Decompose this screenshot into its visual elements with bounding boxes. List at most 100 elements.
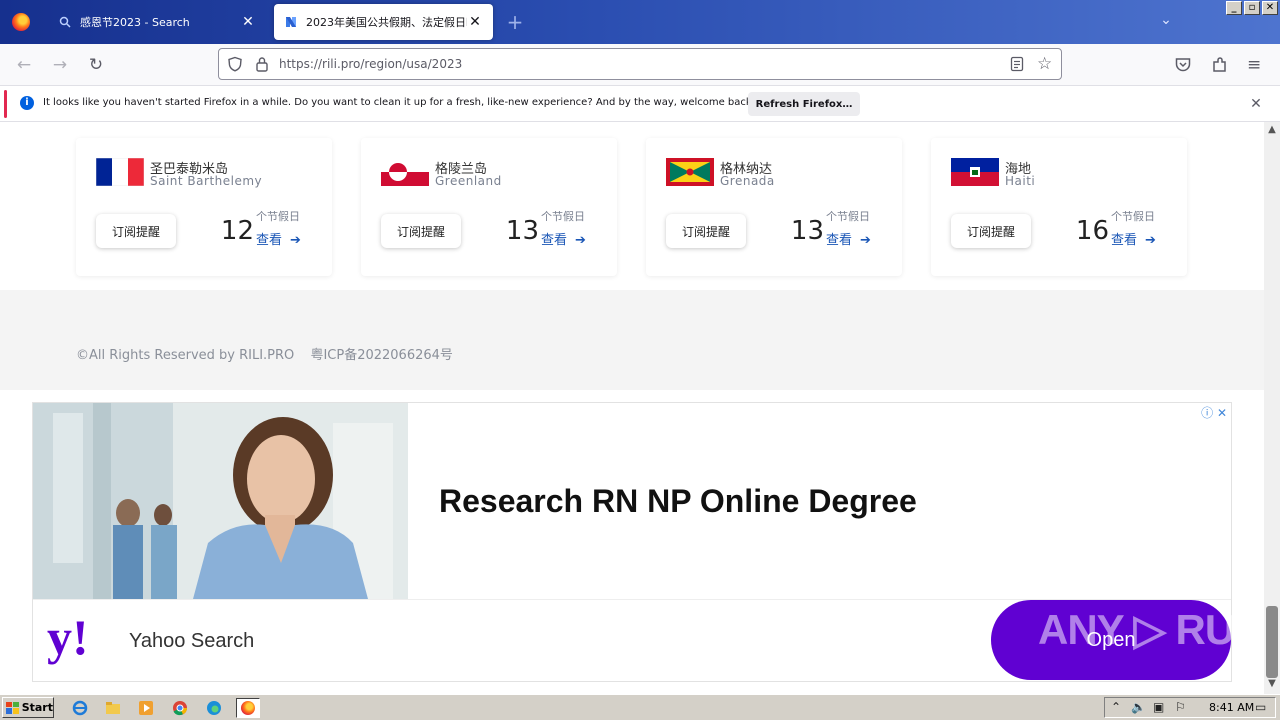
firefox-logo-icon <box>12 13 30 31</box>
advertiser-name[interactable]: Yahoo Search <box>129 630 254 653</box>
arrow-right-icon[interactable]: ➔ <box>860 233 871 248</box>
holiday-count: 13 <box>790 216 824 246</box>
firefox-logo-icon <box>241 701 255 715</box>
tray-expand-icon[interactable]: ⌃ <box>1111 700 1121 714</box>
view-link[interactable]: 查看 ➔ <box>541 229 586 248</box>
view-label[interactable]: 查看 <box>541 233 567 248</box>
scroll-up-icon[interactable]: ▲ <box>1264 124 1280 138</box>
ad-photo[interactable] <box>33 403 408 599</box>
subscribe-button[interactable]: 订阅提醒 <box>96 214 176 248</box>
country-name-en: Greenland <box>435 174 502 188</box>
grenada-flag-icon <box>666 158 714 186</box>
subscribe-button[interactable]: 订阅提醒 <box>951 214 1031 248</box>
internet-explorer-icon[interactable] <box>70 698 90 718</box>
copyright-text: ©All Rights Reserved by RILI.PRO <box>76 348 295 363</box>
show-desktop-icon[interactable]: ▭ <box>1255 700 1266 714</box>
notification-bar: i It looks like you haven't started Fire… <box>0 86 1280 122</box>
reload-icon[interactable]: ↻ <box>84 53 108 77</box>
holiday-count: 16 <box>1075 216 1109 246</box>
scroll-thumb[interactable] <box>1266 606 1278 678</box>
holiday-count: 12 <box>220 216 254 246</box>
flag-icon[interactable]: ⚐ <box>1175 700 1186 714</box>
subscribe-button[interactable]: 订阅提醒 <box>381 214 461 248</box>
forward-icon[interactable]: → <box>48 53 72 77</box>
windows-logo-icon <box>6 701 19 714</box>
info-icon: i <box>20 96 34 110</box>
view-link[interactable]: 查看 ➔ <box>256 229 301 248</box>
country-card: 圣巴泰勒米岛 Saint Barthelemy 订阅提醒 12 个节假日 查看 ➔ <box>76 138 332 276</box>
close-notification-icon[interactable]: ✕ <box>1248 96 1264 112</box>
close-tab-icon[interactable]: ✕ <box>240 14 256 30</box>
holiday-unit: 个节假日 <box>256 210 300 223</box>
refresh-firefox-button[interactable]: Refresh Firefox… <box>748 92 860 116</box>
reader-view-icon[interactable] <box>1010 56 1024 76</box>
tab-rili[interactable]: 2023年美国公共假期、法定假日时间表 ✕ <box>274 4 493 40</box>
edge-icon[interactable] <box>204 698 224 718</box>
arrow-right-icon[interactable]: ➔ <box>1145 233 1156 248</box>
file-explorer-icon[interactable] <box>103 698 123 718</box>
holiday-unit: 个节假日 <box>541 210 585 223</box>
country-name-en: Saint Barthelemy <box>150 174 263 188</box>
holiday-unit: 个节假日 <box>1111 210 1155 223</box>
list-tabs-icon[interactable]: ⌄ <box>1155 12 1177 32</box>
new-tab-button[interactable]: + <box>503 8 527 36</box>
ad-headline[interactable]: Research RN NP Online Degree <box>439 483 917 520</box>
system-tray: ⌃ 🔈 ▣ ⚐ 8:41 AM ▭ <box>1104 697 1276 718</box>
view-label[interactable]: 查看 <box>256 233 282 248</box>
url-bar[interactable]: https://rili.pro/region/usa/2023 ☆ <box>218 48 1062 80</box>
taskbar: Start ⌃ 🔈 ▣ ⚐ 8:41 AM ▭ <box>0 694 1280 720</box>
france-flag-icon <box>96 158 144 186</box>
volume-icon[interactable]: 🔈 <box>1131 700 1146 714</box>
view-link[interactable]: 查看 ➔ <box>1111 229 1156 248</box>
haiti-flag-icon <box>951 158 999 186</box>
scroll-down-icon[interactable]: ▼ <box>1264 678 1280 692</box>
subscribe-button[interactable]: 订阅提醒 <box>666 214 746 248</box>
close-tab-icon[interactable]: ✕ <box>467 14 483 30</box>
ad-choices-icon[interactable]: ⓘ ✕ <box>1201 404 1227 421</box>
chrome-icon[interactable] <box>170 698 190 718</box>
country-name-en: Haiti <box>1005 174 1036 188</box>
icp-link[interactable]: 粤ICP备2022066264号 <box>310 348 452 363</box>
firefox-menu-button[interactable] <box>0 0 42 44</box>
window-controls: _ ▫ ✕ <box>1226 1 1278 15</box>
country-name-en: Grenada <box>720 174 775 188</box>
view-label[interactable]: 查看 <box>1111 233 1137 248</box>
rili-logo-icon <box>284 15 298 29</box>
minimize-button[interactable]: _ <box>1226 1 1242 15</box>
search-icon <box>58 15 72 29</box>
tab-strip: 感恩节2023 - Search ✕ 2023年美国公共假期、法定假日时间表 ✕… <box>0 0 1280 44</box>
holiday-count: 13 <box>505 216 539 246</box>
anyrun-watermark: ANY ▷ RUN <box>1038 606 1265 653</box>
close-window-button[interactable]: ✕ <box>1262 1 1278 15</box>
yahoo-logo[interactable]: y! <box>47 612 89 662</box>
tab-title: 2023年美国公共假期、法定假日时间表 <box>306 16 467 29</box>
holiday-unit: 个节假日 <box>826 210 870 223</box>
page-footer: ©All Rights Reserved by RILI.PRO 粤ICP备20… <box>0 290 1264 390</box>
bookmark-star-icon[interactable]: ☆ <box>1037 54 1052 74</box>
tab-search[interactable]: 感恩节2023 - Search ✕ <box>48 4 266 40</box>
country-card: 海地 Haiti 订阅提醒 16 个节假日 查看 ➔ <box>931 138 1187 276</box>
view-label[interactable]: 查看 <box>826 233 852 248</box>
app-menu-icon[interactable]: ≡ <box>1247 55 1261 75</box>
pocket-icon[interactable] <box>1174 56 1192 78</box>
start-label[interactable]: Start <box>22 701 53 714</box>
arrow-right-icon[interactable]: ➔ <box>575 233 586 248</box>
country-card: 格林纳达 Grenada 订阅提醒 13 个节假日 查看 ➔ <box>646 138 902 276</box>
clock[interactable]: 8:41 AM <box>1209 701 1254 714</box>
shield-icon[interactable] <box>227 56 243 76</box>
country-card: 格陵兰岛 Greenland 订阅提醒 13 个节假日 查看 ➔ <box>361 138 617 276</box>
back-icon[interactable]: ← <box>12 53 36 77</box>
view-link[interactable]: 查看 ➔ <box>826 229 871 248</box>
restore-button[interactable]: ▫ <box>1244 1 1260 15</box>
copyright: ©All Rights Reserved by RILI.PRO 粤ICP备20… <box>76 344 453 363</box>
start-button[interactable]: Start <box>2 697 54 718</box>
url-text[interactable]: https://rili.pro/region/usa/2023 <box>279 57 462 71</box>
arrow-right-icon[interactable]: ➔ <box>290 233 301 248</box>
firefox-taskbar-icon[interactable] <box>236 698 260 718</box>
extensions-icon[interactable] <box>1211 56 1229 78</box>
vertical-scrollbar[interactable]: ▲ ▼ <box>1264 122 1280 694</box>
lock-icon[interactable] <box>255 56 269 76</box>
media-player-icon[interactable] <box>136 698 156 718</box>
navigation-toolbar: ← → ↻ https://rili.pro/region/usa/2023 ☆… <box>0 44 1280 86</box>
network-icon[interactable]: ▣ <box>1153 700 1164 714</box>
